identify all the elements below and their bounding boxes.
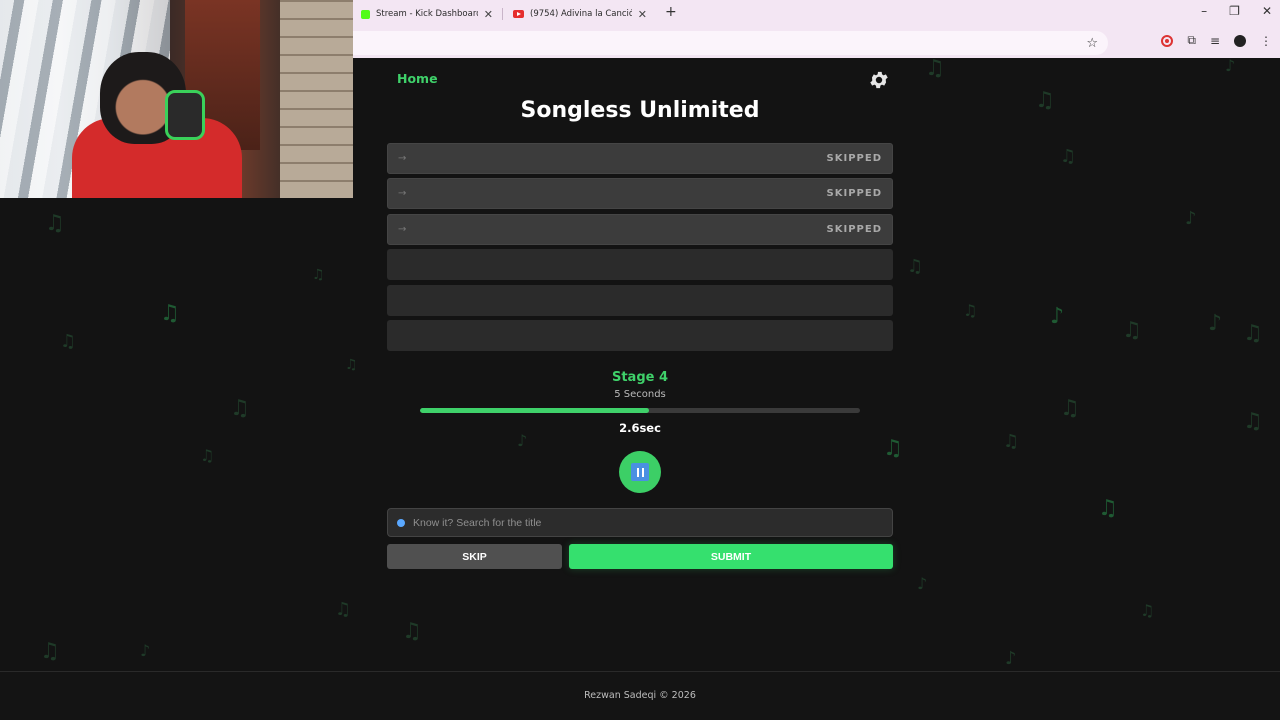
record-icon[interactable] <box>1161 34 1174 47</box>
music-note-icon: ♫ <box>883 436 903 461</box>
guess-row: → SKIPPED <box>387 213 893 245</box>
pause-button[interactable] <box>619 451 661 493</box>
search-box[interactable] <box>387 508 893 537</box>
guess-status: SKIPPED <box>826 153 882 164</box>
tab-title: Stream - Kick Dashboard <box>376 9 478 19</box>
kick-icon <box>361 9 370 19</box>
close-icon[interactable]: ✕ <box>484 8 493 21</box>
toolbar-icons: ⧉ ≡ ⋮ <box>1161 33 1272 48</box>
stage-info: Stage 4 5 Seconds <box>0 370 1280 400</box>
music-note-icon: ♫ <box>1003 431 1020 452</box>
footer-credit: Rezwan Sadeqi © 2026 <box>584 690 696 701</box>
music-note-icon: ♪ <box>517 431 528 450</box>
tab-kick-dashboard[interactable]: Stream - Kick Dashboard ✕ <box>353 3 501 25</box>
tab-divider <box>502 8 503 20</box>
skip-button[interactable]: SKIP <box>387 544 562 569</box>
music-note-icon: ♫ <box>1140 601 1155 620</box>
profile-icon[interactable] <box>1234 34 1246 47</box>
tab-youtube[interactable]: (9754) Adivina la Canción Escu ✕ <box>505 3 655 25</box>
arrow-icon: → <box>398 153 407 164</box>
guess-row: → SKIPPED <box>387 178 893 210</box>
music-note-icon: ♫ <box>160 301 180 326</box>
music-note-icon: ♫ <box>312 267 325 283</box>
guess-status: SKIPPED <box>826 188 882 200</box>
gear-icon[interactable] <box>868 69 890 91</box>
music-note-icon: ♫ <box>925 56 945 81</box>
minimize-button[interactable]: – <box>1201 4 1207 18</box>
restore-button[interactable]: ❐ <box>1229 4 1240 18</box>
arrow-icon: → <box>398 223 407 235</box>
address-bar[interactable]: ☆ <box>353 31 1108 55</box>
music-note-icon: ♪ <box>917 574 928 593</box>
search-input[interactable] <box>411 515 883 530</box>
browser-toolbar: ☆ ⧉ ≡ ⋮ <box>353 28 1280 58</box>
guess-status: SKIPPED <box>826 223 882 235</box>
pause-icon <box>631 463 649 481</box>
music-note-icon: ♫ <box>60 331 77 352</box>
music-note-icon: ♫ <box>45 211 65 236</box>
extensions-icon[interactable]: ⧉ <box>1187 33 1196 48</box>
music-note-icon: ♪ <box>1005 648 1017 669</box>
music-note-icon: ♫ <box>1122 318 1142 343</box>
footer: Rezwan Sadeqi © 2026 <box>0 671 1280 720</box>
search-icon <box>397 518 405 527</box>
stage-duration: 5 Seconds <box>614 389 666 400</box>
arrow-icon: → <box>398 188 407 200</box>
close-icon[interactable]: ✕ <box>638 8 647 21</box>
guess-row-empty <box>387 319 893 351</box>
tab-strip: Stream - Kick Dashboard ✕ (9754) Adivina… <box>353 0 1280 28</box>
music-note-icon: ♫ <box>40 639 60 664</box>
music-note-icon: ♫ <box>335 599 352 620</box>
new-tab-button[interactable]: + <box>665 4 677 20</box>
guess-row: → SKIPPED <box>387 143 893 174</box>
music-note-icon: ♫ <box>963 301 978 320</box>
tab-title: (9754) Adivina la Canción Escu <box>530 9 632 19</box>
music-note-icon: ♪ <box>1185 208 1197 229</box>
music-note-icon: ♫ <box>230 396 250 421</box>
music-note-icon: ♪ <box>1050 304 1065 329</box>
close-window-button[interactable]: ✕ <box>1262 4 1272 18</box>
guess-row-empty <box>387 284 893 316</box>
headset <box>165 90 205 140</box>
brick-wall <box>280 0 353 198</box>
music-note-icon: ♫ <box>402 619 422 644</box>
home-link[interactable]: Home <box>397 71 438 86</box>
music-note-icon: ♫ <box>1060 146 1077 167</box>
music-note-icon: ♫ <box>200 446 215 465</box>
bookmark-star-icon[interactable]: ☆ <box>1086 36 1098 51</box>
webcam-overlay <box>0 0 353 198</box>
elapsed-time: 2.6sec <box>619 421 661 435</box>
submit-button[interactable]: SUBMIT <box>569 544 893 569</box>
music-note-icon: ♪ <box>140 641 151 660</box>
youtube-icon <box>513 10 524 18</box>
media-control-icon[interactable]: ≡ <box>1210 34 1220 48</box>
music-note-icon: ♫ <box>907 256 924 277</box>
progress-fill <box>420 408 649 413</box>
browser-chrome: Stream - Kick Dashboard ✕ (9754) Adivina… <box>353 0 1280 58</box>
music-note-icon: ♪ <box>1208 311 1223 336</box>
progress-bar <box>420 408 860 413</box>
music-note-icon: ♫ <box>1060 396 1080 421</box>
music-note-icon: ♫ <box>1243 321 1263 346</box>
menu-icon[interactable]: ⋮ <box>1260 34 1272 48</box>
stage-title: Stage 4 <box>611 370 669 385</box>
window-controls: – ❐ ✕ <box>1201 4 1272 18</box>
music-note-icon: ♪ <box>1225 56 1236 75</box>
guess-list: → SKIPPED → SKIPPED → SKIPPED <box>387 143 893 355</box>
guess-row-empty <box>387 249 893 281</box>
music-note-icon: ♫ <box>1098 496 1118 521</box>
